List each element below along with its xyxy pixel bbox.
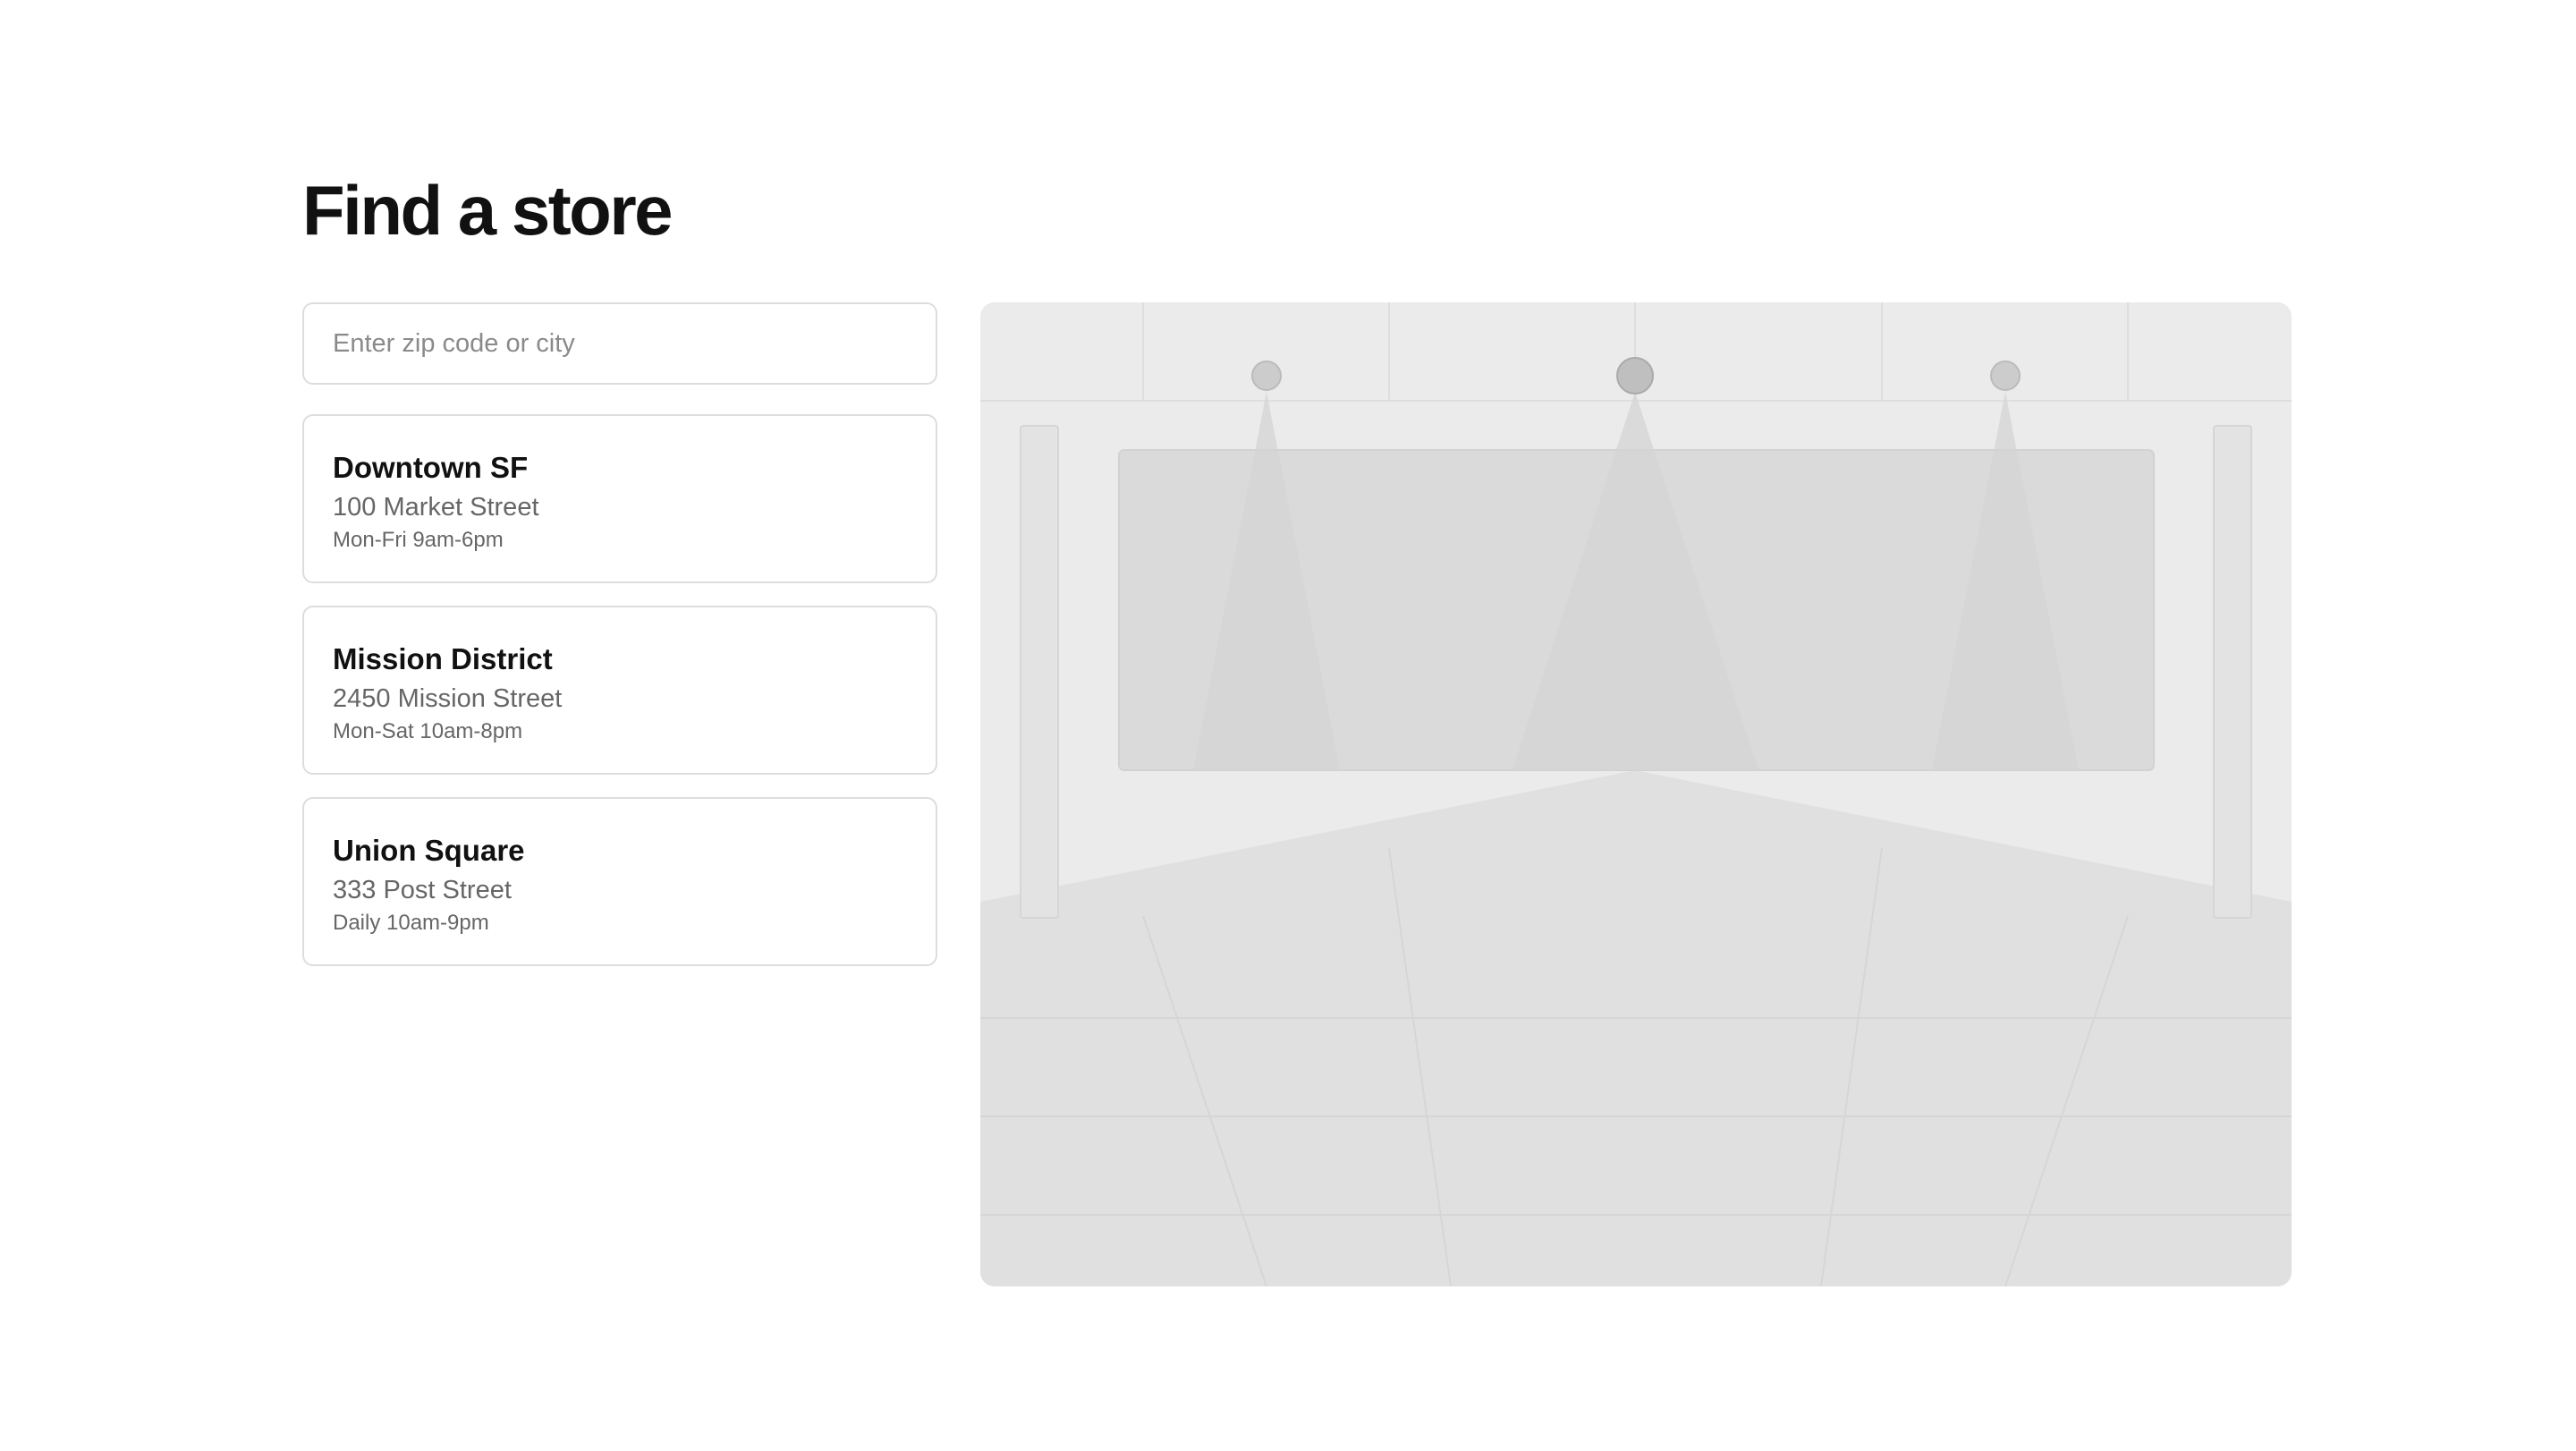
store-name: Downtown SF	[333, 451, 529, 484]
page-title: Find a store	[302, 171, 674, 250]
store-name: Union Square	[333, 834, 525, 867]
store-card-mission-district[interactable]: Mission District 2450 Mission Street Mon…	[302, 606, 937, 775]
search-input[interactable]	[304, 304, 936, 383]
store-hours: Daily 10am-9pm	[333, 911, 489, 935]
ceiling-lamp-icon	[1990, 361, 2021, 391]
store-card-downtown-sf[interactable]: Downtown SF 100 Market Street Mon-Fri 9a…	[302, 414, 937, 583]
store-hours: Mon-Sat 10am-8pm	[333, 719, 523, 743]
right-column	[2213, 425, 2252, 919]
store-name: Mission District	[333, 642, 553, 675]
left-column	[1020, 425, 1059, 919]
store-address: 100 Market Street	[333, 493, 539, 522]
search-field[interactable]	[302, 302, 937, 385]
store-hours: Mon-Fri 9am-6pm	[333, 528, 504, 552]
store-card-union-square[interactable]: Union Square 333 Post Street Daily 10am-…	[302, 797, 937, 966]
store-address: 2450 Mission Street	[333, 684, 563, 713]
store-map-panel	[980, 302, 2292, 1286]
store-address: 333 Post Street	[333, 876, 512, 904]
store-list: Downtown SF 100 Market Street Mon-Fri 9a…	[302, 414, 937, 989]
ceiling-lamp-icon	[1616, 357, 1654, 395]
ceiling-lamp-icon	[1251, 361, 1282, 391]
store-interior-illustration	[980, 302, 2292, 1286]
